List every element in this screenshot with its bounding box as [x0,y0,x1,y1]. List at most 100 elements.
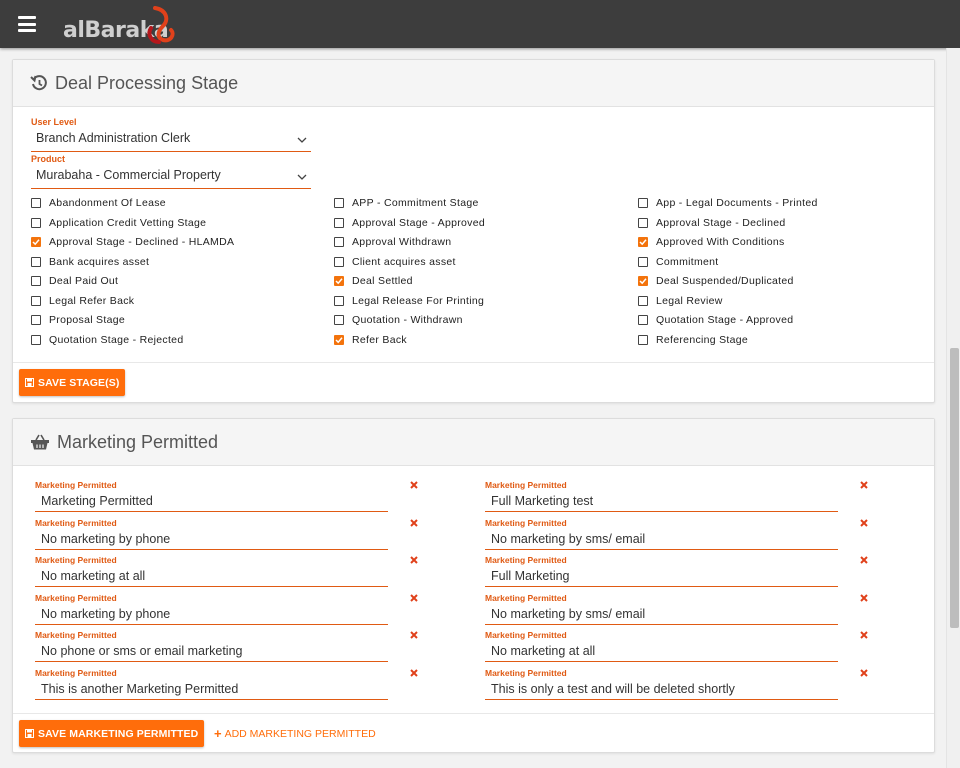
checkbox-unchecked[interactable] [334,198,344,208]
checkbox-checked[interactable] [31,237,41,247]
marketing-permitted-input[interactable]: No marketing by phone [35,528,388,550]
stage-checkbox-item[interactable]: Legal Refer Back [31,294,134,308]
checkbox-unchecked[interactable] [638,217,648,228]
marketing-permitted-input[interactable]: No marketing by sms/ email [485,603,838,625]
marketing-permitted-label: Marketing Permitted [35,517,117,528]
stage-checkbox-item[interactable]: Application Credit Vetting Stage [31,216,206,230]
save-stages-label: SAVE STAGE(S) [38,376,120,389]
stage-checkbox-item[interactable]: Legal Release For Printing [334,294,484,308]
checkmark-icon [639,278,647,285]
marketing-permitted-input[interactable]: No marketing by phone [35,603,388,625]
checkbox-unchecked[interactable] [638,198,648,208]
deal-card-header: Deal Processing Stage [13,60,934,107]
delete-x-icon[interactable] [410,481,418,489]
checkbox-checked[interactable] [638,237,648,247]
add-marketing-permitted-button[interactable]: + ADD MARKETING PERMITTED [214,720,376,747]
stage-checkbox-label: Quotation Stage - Approved [656,314,794,326]
marketing-permitted-input[interactable]: Full Marketing test [485,490,838,512]
stage-checkbox-item[interactable]: Proposal Stage [31,313,125,327]
marketing-permitted-field: Marketing Permitted No phone or sms or em… [35,630,388,662]
checkbox-unchecked[interactable] [31,315,41,325]
marketing-permitted-input[interactable]: No marketing by sms/ email [485,528,838,550]
checkmark-icon [639,239,647,246]
stage-checkbox-item[interactable]: App - Legal Documents - Printed [638,196,818,210]
save-marketing-permitted-button[interactable]: SAVE MARKETING PERMITTED [19,720,205,747]
delete-x-icon[interactable] [410,668,418,677]
stage-checkbox-item[interactable]: Commitment [638,255,719,269]
delete-x-icon[interactable] [410,593,418,602]
hamburger-menu-icon[interactable] [18,16,36,32]
delete-x-icon[interactable] [860,631,868,639]
stage-checkbox-item[interactable]: Quotation - Withdrawn [334,313,463,327]
user-level-select[interactable]: Branch Administration Clerk [31,129,311,152]
delete-x-icon[interactable] [410,631,418,639]
checkbox-unchecked[interactable] [334,315,344,325]
stage-checkbox-label: Deal Settled [352,275,413,287]
stage-checkbox-item[interactable]: Deal Settled [334,274,413,288]
marketing-permitted-input[interactable]: This is another Marketing Permitted [35,678,388,700]
checkmark-icon [335,278,343,285]
checkbox-checked[interactable] [334,276,344,286]
checkbox-unchecked[interactable] [334,256,344,267]
stage-checkbox-item[interactable]: Approval Stage - Declined - HLAMDA [31,235,234,249]
delete-x-icon[interactable] [410,556,418,564]
marketing-card-divider [13,713,934,714]
checkbox-unchecked[interactable] [334,237,344,247]
checkbox-unchecked[interactable] [31,276,41,286]
scrollbar-thumb[interactable] [950,348,959,628]
checkbox-unchecked[interactable] [638,256,648,267]
checkbox-unchecked[interactable] [31,334,41,345]
marketing-permitted-input[interactable]: No marketing at all [35,565,388,587]
delete-x-icon[interactable] [410,518,418,527]
user-level-value: Branch Administration Clerk [36,131,191,145]
delete-x-icon[interactable] [860,518,868,527]
deal-card-title: Deal Processing Stage [55,72,239,93]
checkbox-unchecked[interactable] [334,295,344,306]
checkbox-unchecked[interactable] [31,256,41,267]
user-level-field: User Level Branch Administration Clerk [31,117,311,152]
stage-checkbox-item[interactable]: Deal Paid Out [31,274,118,288]
stage-checkbox-item[interactable]: Approval Stage - Declined [638,216,786,230]
checkbox-checked[interactable] [638,276,648,286]
checkbox-unchecked[interactable] [334,217,344,228]
checkbox-unchecked[interactable] [31,295,41,306]
checkbox-unchecked[interactable] [31,198,41,208]
stage-checkbox-item[interactable]: Deal Suspended/Duplicated [638,274,794,288]
marketing-permitted-field: Marketing Permitted This is another Marke… [35,668,388,700]
stage-checkbox-item[interactable]: Legal Review [638,294,723,308]
logo-mark-icon [147,6,175,44]
save-stages-button[interactable]: SAVE STAGE(S) [19,369,126,396]
checkbox-unchecked[interactable] [638,334,648,345]
stage-checkbox-item[interactable]: APP - Commitment Stage [334,196,479,210]
stage-checkbox-item[interactable]: Approval Withdrawn [334,235,451,249]
delete-x-icon[interactable] [860,593,868,602]
page-scrollbar[interactable] [946,48,960,768]
stage-checkbox-item[interactable]: Quotation Stage - Rejected [31,333,183,347]
stage-checkbox-item[interactable]: Bank acquires asset [31,255,149,269]
checkbox-unchecked[interactable] [31,217,41,228]
marketing-permitted-input[interactable]: No phone or sms or email marketing [35,640,388,662]
deal-card-divider [13,362,934,363]
stage-checkbox-item[interactable]: Quotation Stage - Approved [638,313,793,327]
stage-checkbox-item[interactable]: Client acquires asset [334,255,456,269]
marketing-permitted-input[interactable]: This is only a test and will be deleted … [485,678,838,700]
checkbox-unchecked[interactable] [638,315,648,325]
delete-x-icon[interactable] [860,556,868,564]
marketing-permitted-input[interactable]: No marketing at all [485,640,838,662]
checkbox-checked[interactable] [334,334,344,345]
marketing-permitted-label: Marketing Permitted [35,592,117,603]
delete-x-icon[interactable] [860,481,868,489]
marketing-card-title: Marketing Permitted [57,431,219,452]
delete-x-icon[interactable] [860,668,868,677]
stage-checkbox-item[interactable]: Refer Back [334,333,407,347]
stage-checkbox-item[interactable]: Approval Stage - Approved [334,216,485,230]
stage-checkbox-item[interactable]: Referencing Stage [638,333,748,347]
marketing-permitted-field: Marketing Permitted Full Marketing test [485,480,838,512]
marketing-permitted-input[interactable]: Full Marketing [485,565,838,587]
checkmark-icon [32,239,40,246]
checkbox-unchecked[interactable] [638,295,648,306]
stage-checkbox-item[interactable]: Approved With Conditions [638,235,785,249]
product-select[interactable]: Murabaha - Commercial Property [31,166,311,189]
marketing-permitted-input[interactable]: Marketing Permitted [35,490,388,512]
stage-checkbox-item[interactable]: Abandonment Of Lease [31,196,166,210]
